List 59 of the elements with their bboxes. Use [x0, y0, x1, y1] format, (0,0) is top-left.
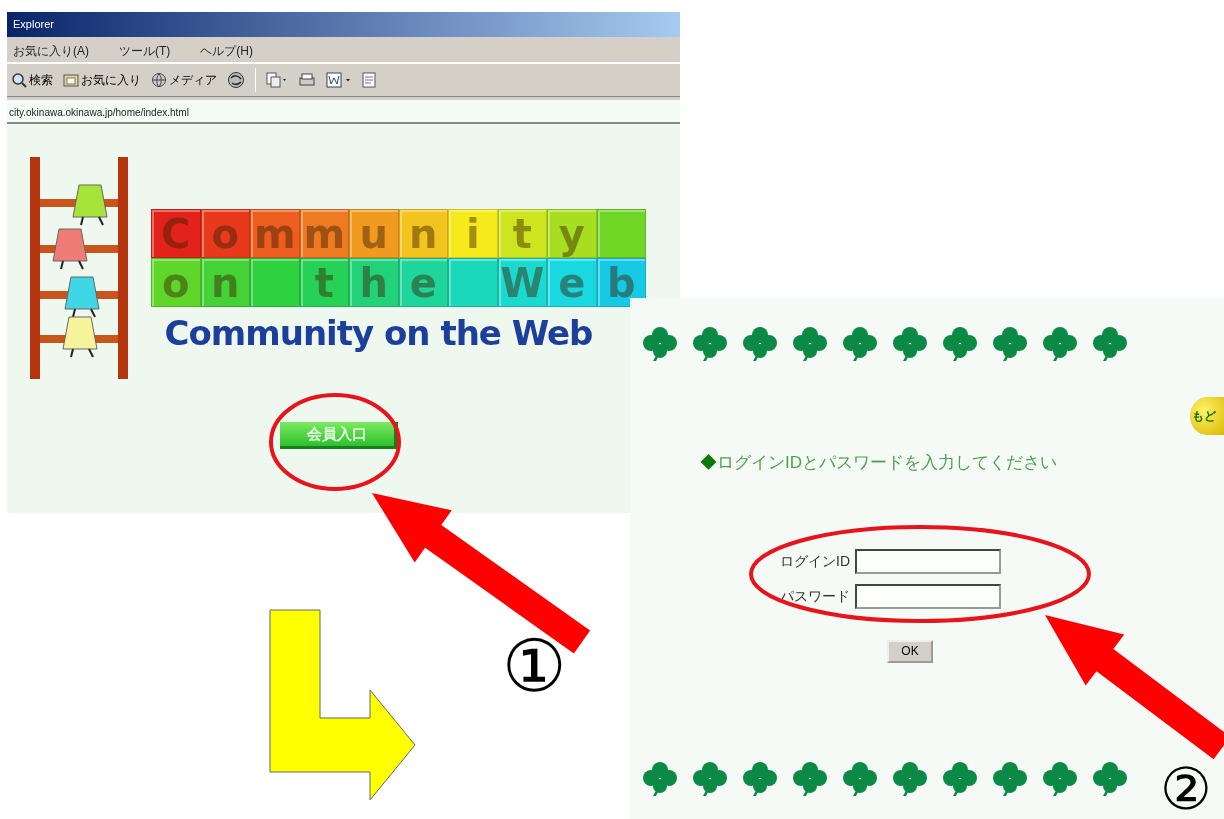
logo-tile: W [497, 258, 547, 307]
back-button[interactable]: もど [1190, 397, 1224, 435]
document-icon[interactable] [326, 72, 352, 88]
menu-item[interactable]: ヘルプ(H) [198, 42, 255, 57]
clover-icon [892, 760, 928, 797]
logo-tile: C [151, 209, 201, 258]
address-field[interactable]: city.okinawa.okinawa.jp/home/index.html [7, 100, 680, 124]
clover-icon [942, 760, 978, 797]
clover-icon [792, 760, 828, 797]
clover-icon [892, 326, 928, 362]
logo-tile: t [497, 209, 547, 258]
field-label: ログインID [780, 551, 850, 571]
search-icon [11, 72, 27, 88]
logo-tile: y [547, 209, 597, 258]
logo-tile: u [349, 209, 399, 258]
logo-tile: h [349, 258, 399, 307]
clover-icon [642, 760, 678, 797]
clover-icon [742, 760, 778, 797]
clover-icon [1042, 760, 1078, 797]
clover-icon [942, 326, 978, 362]
window-title: Explorer [7, 12, 680, 37]
toolbar-button[interactable]: メディア [151, 71, 217, 89]
logo-tile: o [200, 209, 250, 258]
instruction-text: ◆ログインIDとパスワードを入力してください [700, 452, 1058, 474]
step-number: ① [502, 630, 567, 702]
clover-icon [842, 326, 878, 362]
clover-icon [992, 326, 1028, 362]
clover-icon [692, 760, 728, 797]
clover-icon [1092, 326, 1128, 362]
input-field[interactable] [855, 548, 1001, 574]
logo-tile: n [200, 258, 250, 307]
logo-tile: t [299, 258, 349, 307]
clover-icon [792, 326, 828, 362]
menu-item[interactable]: ツール(T) [117, 42, 173, 57]
clover-icon [1092, 760, 1128, 797]
page-icon[interactable] [266, 72, 288, 88]
logo-tile: e [547, 258, 597, 307]
logo-tile: n [398, 209, 448, 258]
clover-icon [842, 760, 878, 797]
toolbar-button[interactable]: お気に入り [63, 71, 141, 89]
step-number: ② [1160, 760, 1212, 818]
logo-text: Community on the Web [163, 313, 594, 353]
clover-icon [742, 326, 778, 362]
logo-tile: i [448, 209, 498, 258]
logo-tile: m [299, 209, 349, 258]
clover-icon [992, 760, 1028, 797]
menu-item[interactable]: お気に入り(A) [11, 42, 91, 57]
logo-tile: e [398, 258, 448, 307]
clover-icon [1042, 326, 1078, 362]
toolbar-button[interactable]: 検索 [11, 71, 53, 89]
logo-tile: o [151, 258, 201, 307]
clover-icon [642, 326, 678, 362]
printer-icon[interactable] [298, 72, 316, 88]
clover-icon [692, 326, 728, 362]
input-field[interactable] [855, 583, 1001, 609]
folder-icon [63, 72, 79, 88]
notepad-icon[interactable] [362, 72, 376, 88]
ok-button[interactable]: OK [887, 639, 933, 663]
logo-tile: m [250, 209, 300, 258]
